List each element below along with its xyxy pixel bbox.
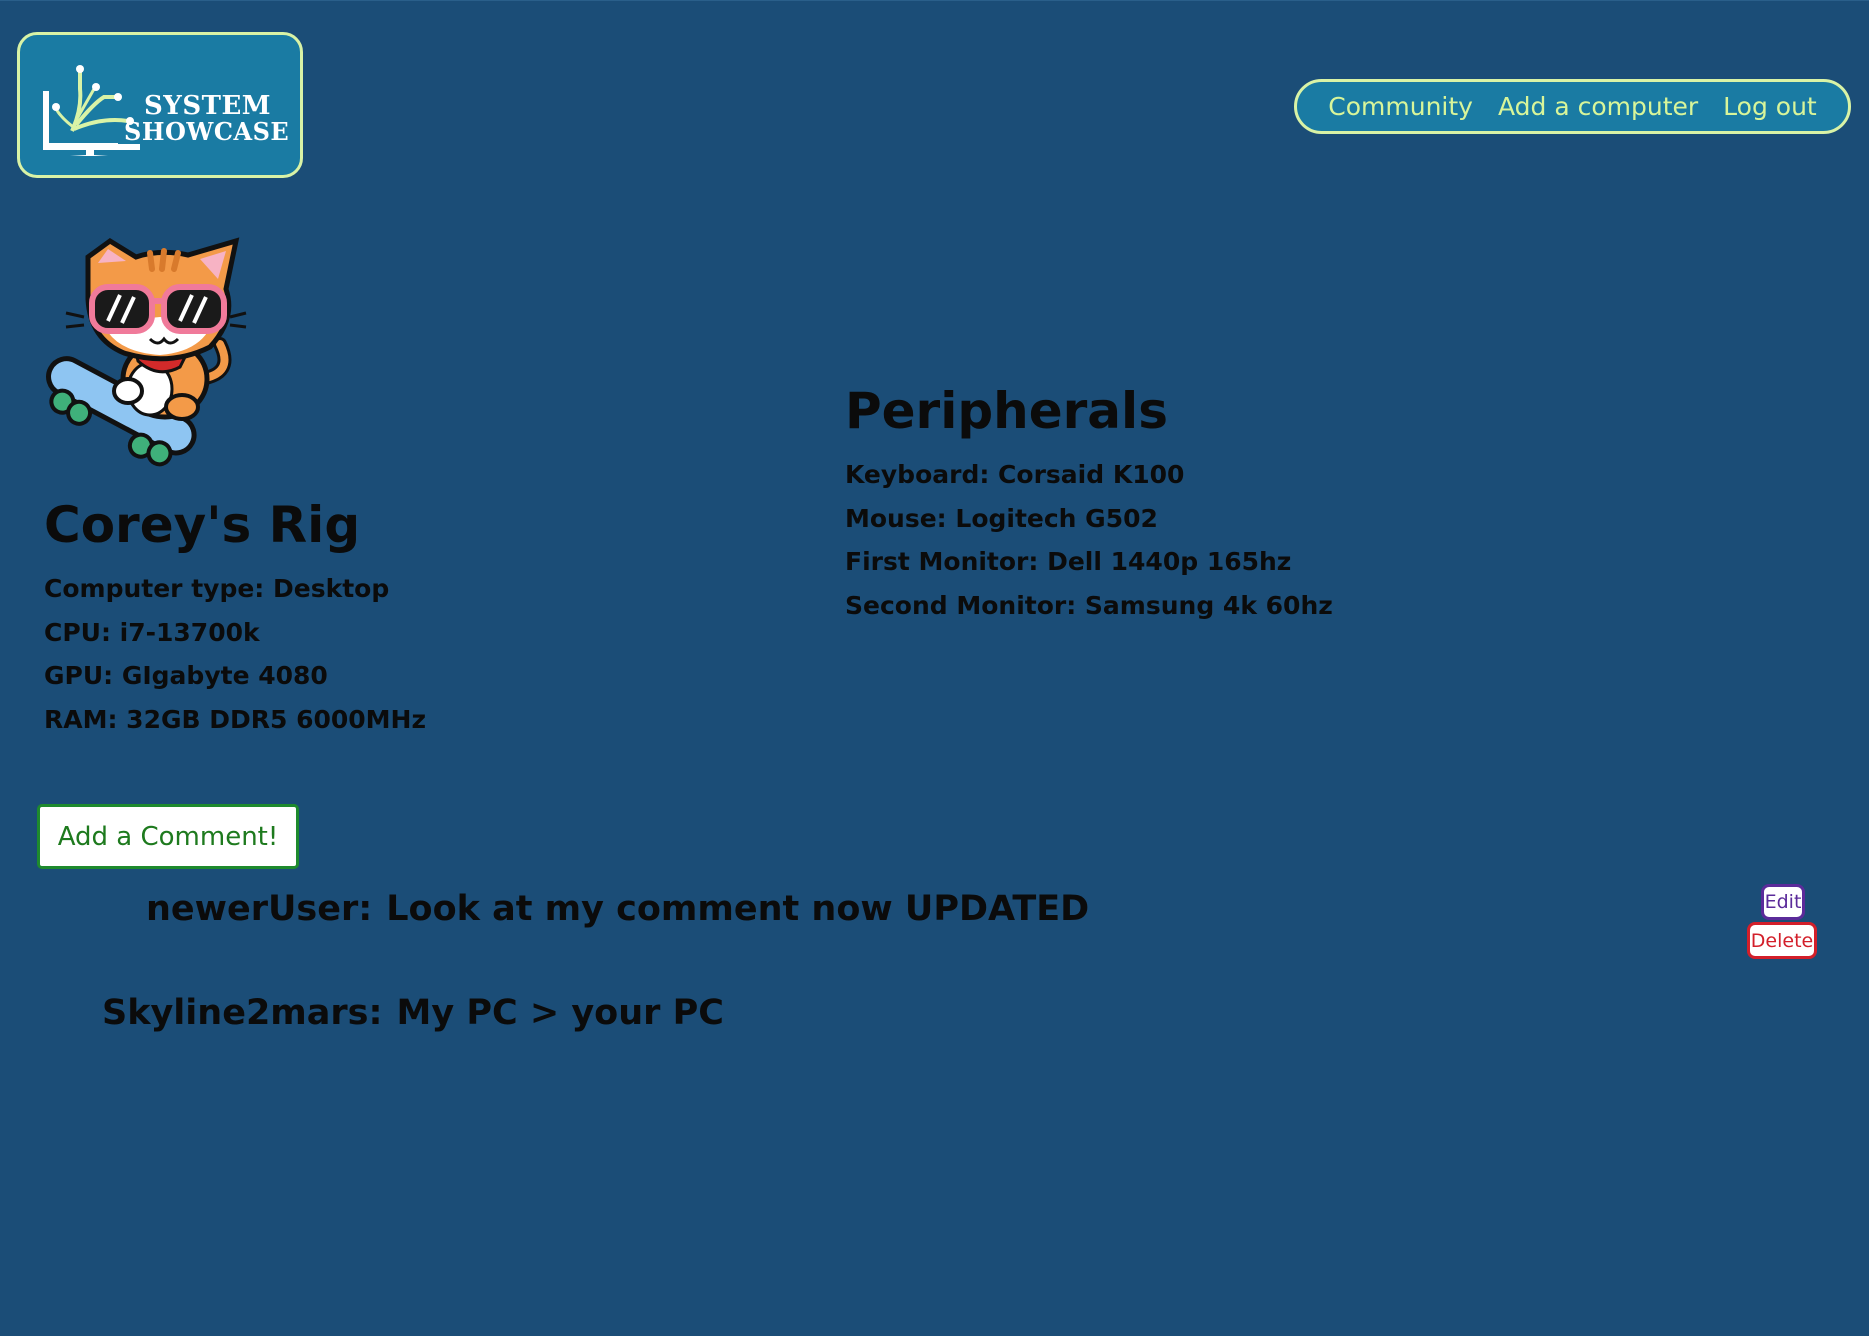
add-comment-button[interactable]: Add a Comment! [37,804,299,869]
nav-add-computer-link[interactable]: Add a computer [1498,92,1698,121]
logo-line1: SYSTEM [144,91,272,121]
cat-skateboard-sunglasses-icon [46,237,247,467]
peripheral-mouse: Mouse: Logitech G502 [845,503,1158,533]
comment-item: Skyline2mars: My PC > your PC [102,991,724,1035]
peripherals-title: Peripherals [845,382,1168,440]
spec-gpu: GPU: GIgabyte 4080 [44,661,328,690]
peripheral-keyboard: Keyboard: Corsaid K100 [845,460,1185,489]
comment-user: newerUser: [146,889,373,929]
spec-ram: RAM: 32GB DDR5 6000MHz [44,704,427,734]
rig-specs: Corey's Rig Computer type: Desktop CPU: … [44,493,744,741]
spec-computer-type: Computer type: Desktop [44,574,390,603]
comment-item: newerUser: Look at my comment now UPDATE… [146,887,1089,931]
nav-community-link[interactable]: Community [1328,92,1473,121]
comment-user: Skyline2mars: [102,993,383,1033]
site-logo[interactable]: SYSTEM SHOWCASE [17,32,303,178]
peripheral-first-monitor: First Monitor: Dell 1440p 165hz [845,547,1292,576]
comment-text: My PC > your PC [396,993,724,1033]
nav-logout-link[interactable]: Log out [1723,92,1817,121]
comment-text: Look at my comment now UPDATED [386,889,1090,929]
edit-comment-button[interactable]: Edit [1761,884,1805,920]
main-nav: Community Add a computer Log out [1294,79,1851,134]
logo-line2: SHOWCASE [124,117,290,146]
peripheral-second-monitor: Second Monitor: Samsung 4k 60hz [845,590,1333,620]
rig-title: Corey's Rig [44,496,361,554]
spec-cpu: CPU: i7-13700k [44,617,260,647]
logo-text: SYSTEM SHOWCASE [124,93,289,145]
page: SYSTEM SHOWCASE Community Add a computer… [0,0,1869,1336]
delete-comment-button[interactable]: Delete [1747,922,1817,959]
peripherals-section: Peripherals Keyboard: Corsaid K100 Mouse… [845,379,1645,627]
